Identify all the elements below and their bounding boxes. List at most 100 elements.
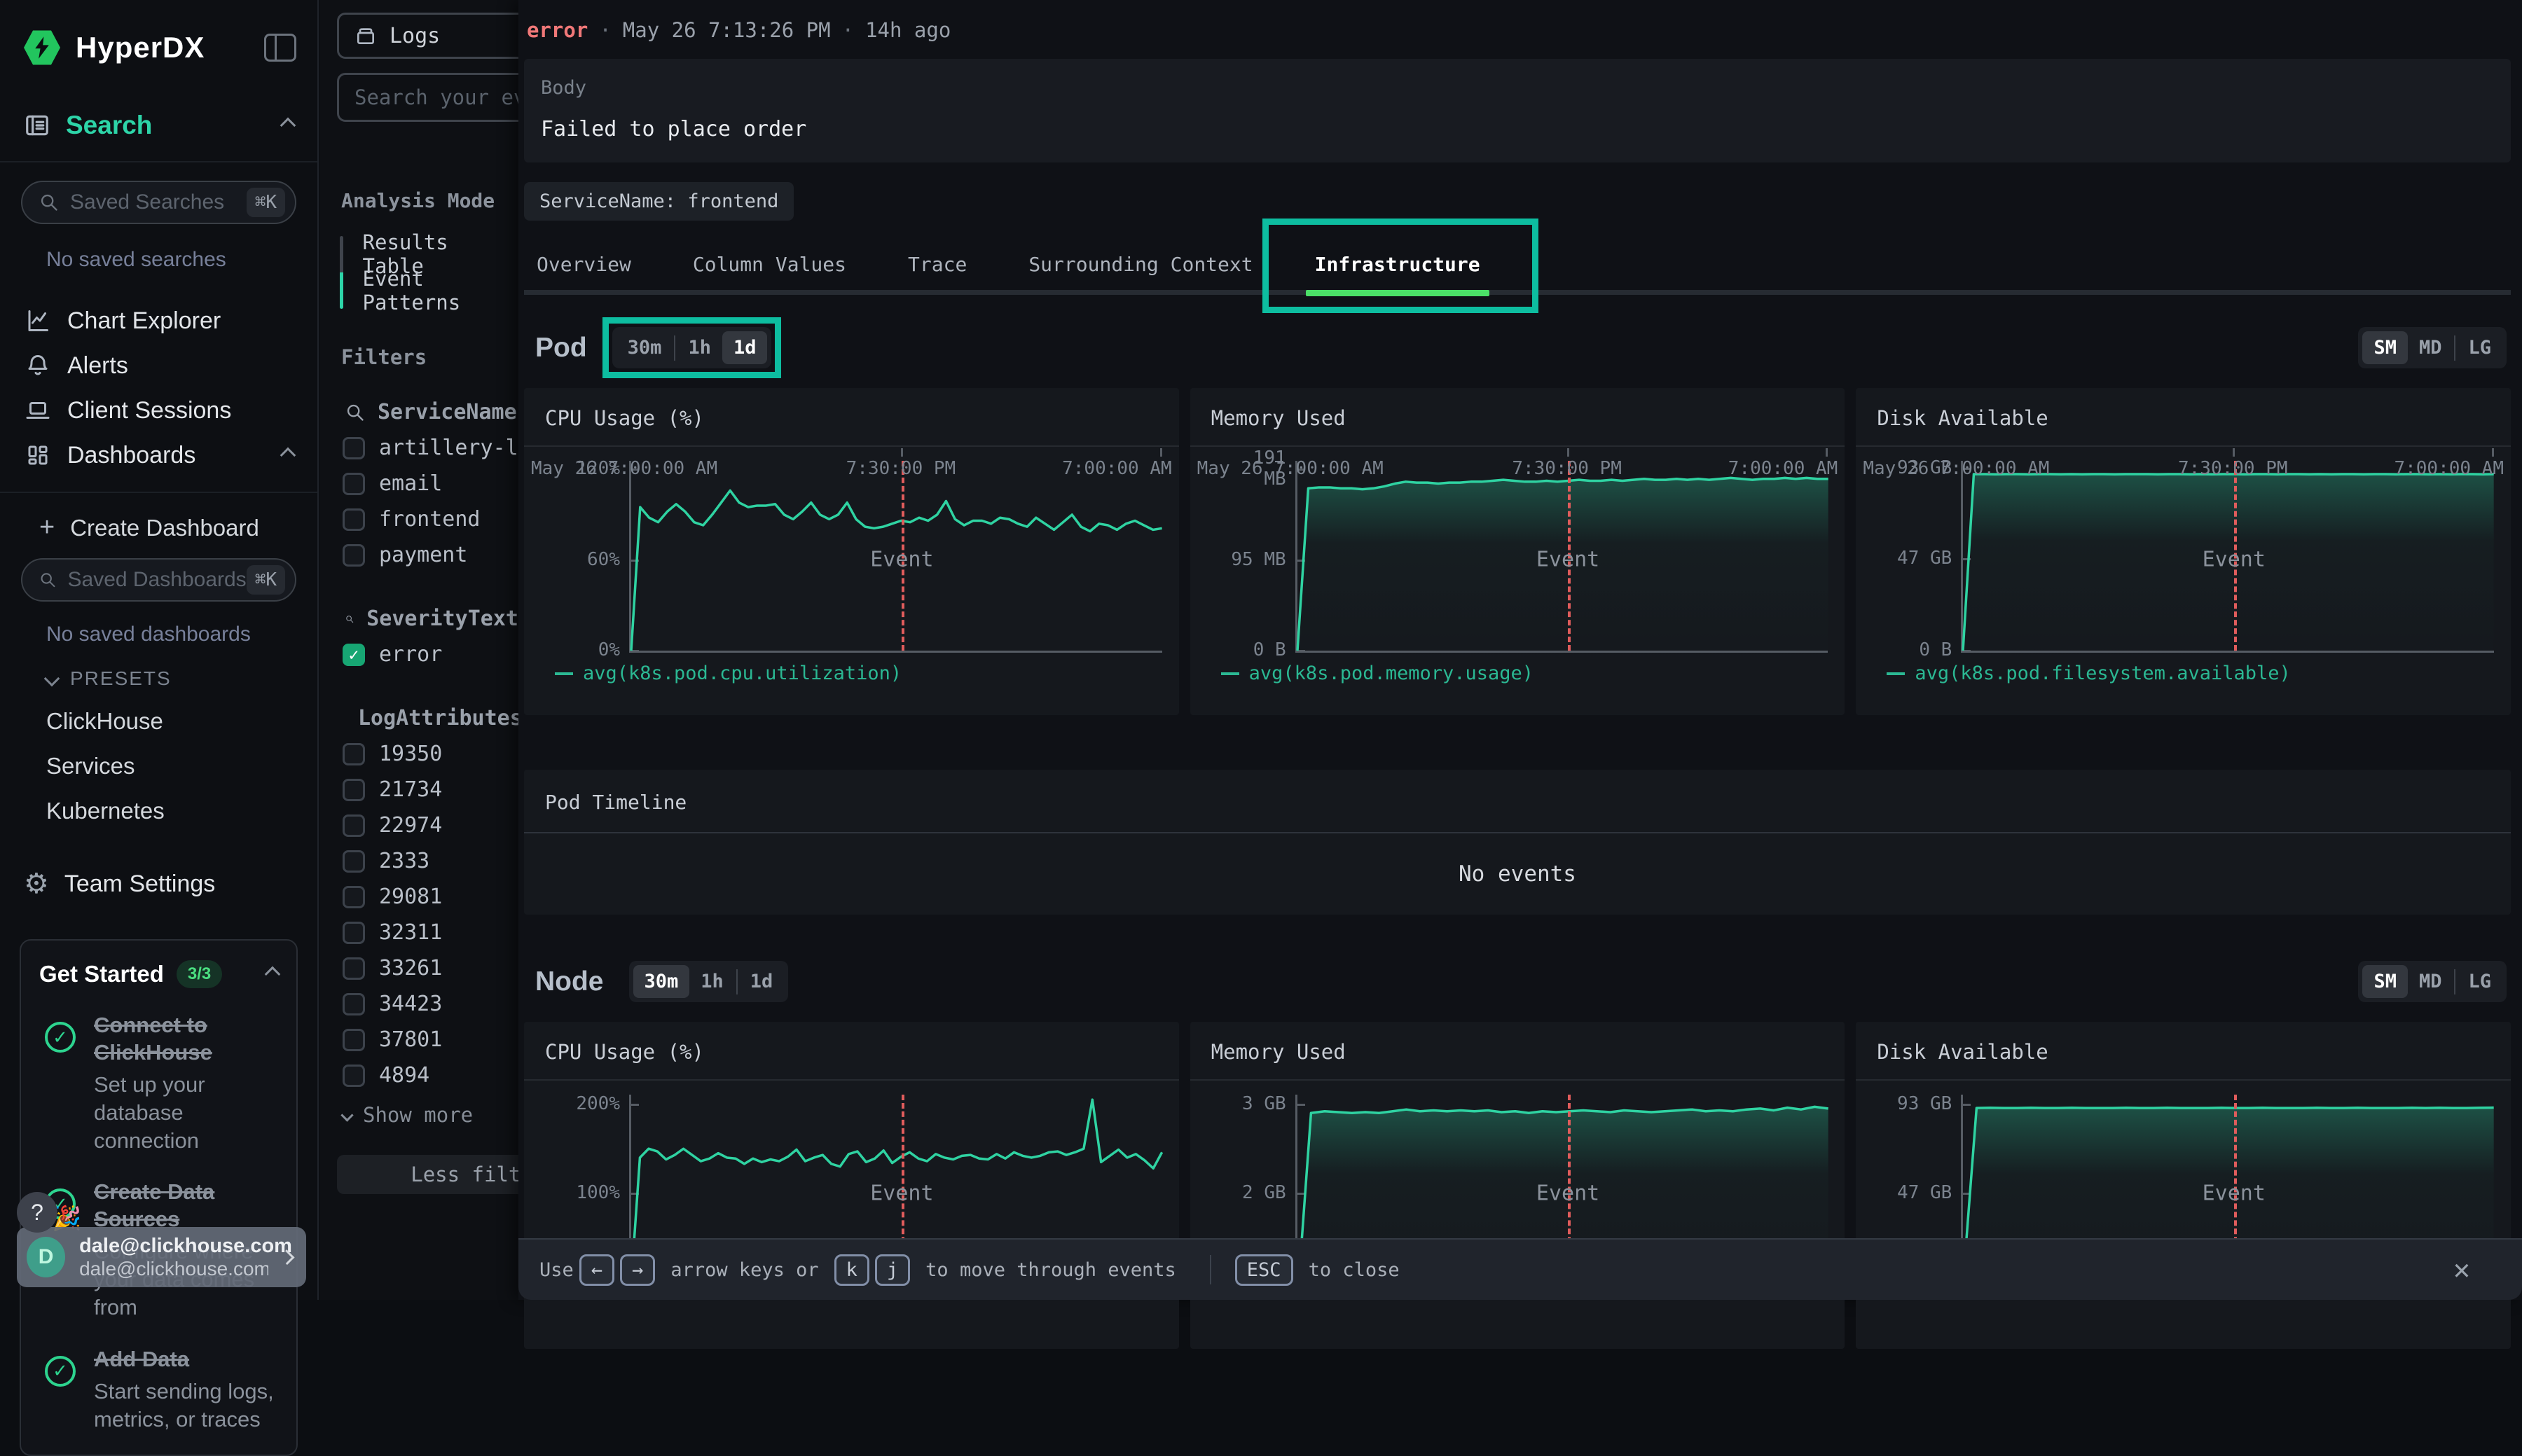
pod-disk-chart-card: Disk Available 93 GB 47 GB 0 B [1856,388,2511,715]
tab-surrounding-context[interactable]: Surrounding Context [1028,250,1253,279]
checkbox[interactable] [343,886,365,908]
presets-toggle[interactable]: PRESETS [46,667,317,690]
checkbox[interactable] [343,993,365,1015]
filter-option[interactable]: 2333 [343,849,518,873]
size-lg-button[interactable]: LG [2457,331,2502,364]
chevron-up-icon[interactable] [280,118,296,134]
event-search-input[interactable]: Search your events... [337,73,518,122]
y-axis-label: 0% [560,640,620,661]
legend-line-icon [1221,672,1239,675]
j-key[interactable]: j [875,1254,910,1286]
checkbox[interactable] [343,779,365,801]
checkbox[interactable] [343,957,365,980]
checkbox[interactable] [343,544,365,567]
pod-timeline-title: Pod Timeline [524,770,2511,832]
tab-trace[interactable]: Trace [908,250,967,279]
get-started-item[interactable]: ✓ Connect to ClickHouse Set up your data… [39,1012,278,1155]
filter-option[interactable]: email [343,471,518,496]
arrow-left-key[interactable]: ← [579,1254,614,1286]
chart-plot-area[interactable]: 191 MB 95 MB 0 B Event May 26 7:00: [1190,448,1845,653]
checkbox[interactable] [343,814,365,837]
range-1d-button[interactable]: 1d [739,965,785,998]
service-tag-chip[interactable]: ServiceName: frontend [524,182,794,221]
chart-plot-area[interactable]: 93 GB 47 GB 0 B Event May 26 7:00:0 [1856,448,2511,653]
preset-clickhouse[interactable]: ClickHouse [46,708,317,735]
checkbox[interactable] [343,922,365,944]
filter-option[interactable]: artillery-loa [343,436,518,460]
chevron-up-icon[interactable] [265,966,281,983]
checkbox[interactable] [343,437,365,459]
show-more-button[interactable]: Show more [343,1103,518,1127]
x-axis-label: 7:00:00 AM [2394,458,2504,479]
create-dashboard-button[interactable]: + Create Dashboard [39,513,317,543]
filter-option[interactable]: 32311 [343,920,518,945]
preset-services[interactable]: Services [46,753,317,779]
range-30m-button[interactable]: 30m [616,331,673,364]
range-1d-button[interactable]: 1d [722,331,768,364]
filter-option[interactable]: 19350 [343,742,518,766]
tab-column-values[interactable]: Column Values [693,250,846,279]
checkbox[interactable] [343,850,365,873]
chart-plot-area[interactable]: 120% 60% 0% Event May 26 7:00:00 AM [524,448,1179,653]
node-size-selector: SM MD LG [2358,961,2507,1002]
checkbox[interactable] [343,743,365,765]
progress-badge: 3/3 [177,960,222,988]
close-icon[interactable]: ✕ [2453,1254,2470,1286]
checkbox[interactable] [343,473,365,495]
checkbox-checked[interactable]: ✓ [343,644,365,666]
filter-option[interactable]: ✓error [343,642,518,667]
user-menu[interactable]: D dale@clickhouse.com dale@clickhouse.co… [17,1227,306,1287]
checkbox[interactable] [343,1029,365,1051]
sidebar-item-alerts[interactable]: Alerts [0,343,317,388]
pod-memory-chart-card: Memory Used 191 MB 95 MB 0 B [1190,388,1845,715]
filter-option[interactable]: frontend [343,507,518,532]
sidebar-item-chart-explorer[interactable]: Chart Explorer [0,298,317,343]
app-title: HyperDX [76,31,205,64]
sidebar-item-search[interactable]: Search [0,111,317,140]
size-md-button[interactable]: MD [2408,965,2453,998]
range-1h-button[interactable]: 1h [689,965,735,998]
filter-option[interactable]: 34423 [343,992,518,1016]
chart-title: Memory Used [1190,1022,1845,1079]
filter-option[interactable]: 22974 [343,813,518,838]
divider [524,1079,1179,1081]
help-button[interactable]: ? [17,1192,57,1233]
filter-group-name: LogAttributes [358,706,518,730]
filter-option[interactable]: 21734 [343,777,518,802]
filter-option[interactable]: 33261 [343,956,518,980]
source-selector-button[interactable]: Logs [337,13,518,59]
size-lg-button[interactable]: LG [2457,965,2502,998]
filter-option[interactable]: 29081 [343,885,518,909]
range-30m-button[interactable]: 30m [633,965,690,998]
preset-kubernetes[interactable]: Kubernetes [46,798,317,824]
sidebar-item-client-sessions[interactable]: Client Sessions [0,388,317,433]
size-sm-button[interactable]: SM [2362,965,2408,998]
size-sm-button[interactable]: SM [2362,331,2408,364]
get-started-item[interactable]: ✓ Add Data Start sending logs, metrics, … [39,1346,278,1434]
range-1h-button[interactable]: 1h [677,331,722,364]
x-axis-label: 7:30:00 PM [2178,458,2288,479]
saved-searches-input[interactable]: Saved Searches ⌘K [21,181,296,224]
esc-key[interactable]: ESC [1235,1254,1293,1286]
k-key[interactable]: k [834,1254,869,1286]
sidebar-item-dashboards[interactable]: Dashboards [0,433,317,478]
sidebar-item-team-settings[interactable]: ⚙ Team Settings [24,868,317,900]
size-md-button[interactable]: MD [2408,331,2453,364]
legend-line-icon [1887,672,1905,675]
tab-infrastructure[interactable]: Infrastructure [1315,250,1480,279]
less-filters-button[interactable]: Less filters [337,1155,518,1194]
sidebar-nav: Chart Explorer Alerts Client Sessions Da… [0,298,317,478]
tab-overview[interactable]: Overview [537,250,631,279]
event-header: error · May 26 7:13:26 PM · 14h ago [524,0,2511,42]
chevron-up-icon[interactable] [280,448,296,464]
collapse-sidebar-icon[interactable] [264,34,296,62]
filter-option[interactable]: 37801 [343,1027,518,1052]
checkbox[interactable] [343,1065,365,1087]
filter-option[interactable]: payment [343,543,518,567]
saved-dashboards-input[interactable]: Saved Dashboards ⌘K [21,558,296,602]
filter-option[interactable]: 4894 [343,1063,518,1088]
chart-legend: avg(k8s.pod.cpu.utilization) [524,653,1179,684]
checkbox[interactable] [343,508,365,531]
mode-event-patterns[interactable]: Event Patterns [363,272,518,309]
arrow-right-key[interactable]: → [620,1254,655,1286]
